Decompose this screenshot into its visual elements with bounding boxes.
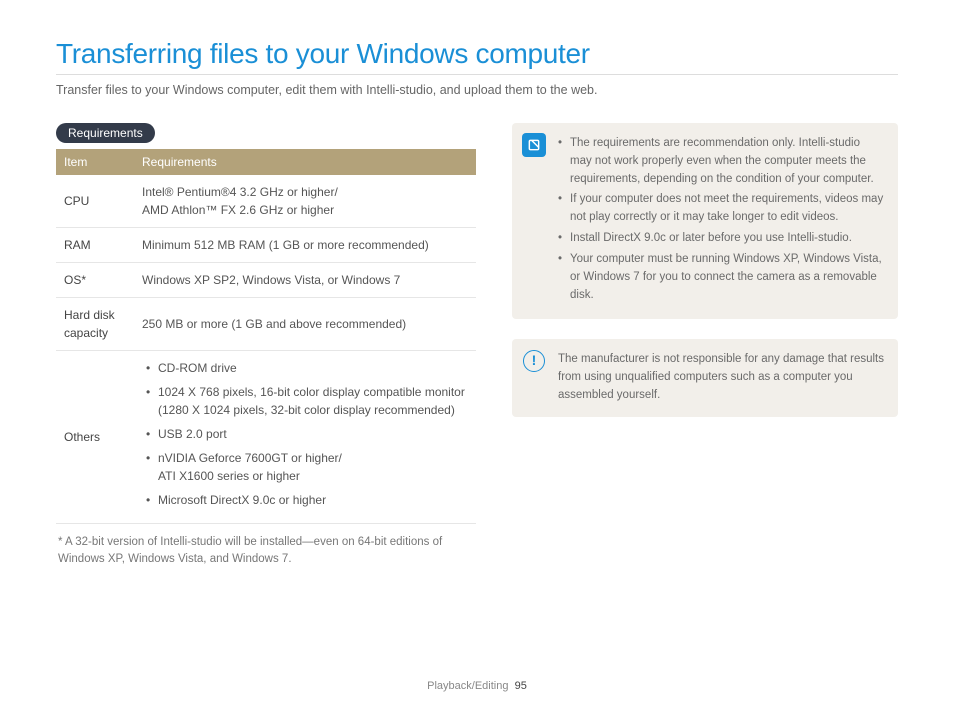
list-item: 1024 X 768 pixels, 16-bit color display …	[146, 383, 468, 419]
table-row: RAM Minimum 512 MB RAM (1 GB or more rec…	[56, 228, 476, 263]
table-head-item: Item	[56, 149, 134, 175]
note-item: The requirements are recommendation only…	[558, 135, 884, 188]
note-item: Install DirectX 9.0c or later before you…	[558, 230, 884, 248]
table-row: Hard disk capacity 250 MB or more (1 GB …	[56, 298, 476, 351]
warning-icon: !	[522, 349, 546, 373]
footer-section: Playback/Editing	[427, 680, 508, 692]
list-item: Microsoft DirectX 9.0c or higher	[146, 491, 468, 509]
cell-value: CD-ROM drive 1024 X 768 pixels, 16-bit c…	[134, 351, 476, 524]
page-title: Transferring files to your Windows compu…	[56, 38, 898, 70]
cell-label: OS*	[56, 263, 134, 298]
cell-value: 250 MB or more (1 GB and above recommend…	[134, 298, 476, 351]
intro-text: Transfer files to your Windows computer,…	[56, 83, 898, 97]
list-item: USB 2.0 port	[146, 425, 468, 443]
requirements-badge: Requirements	[56, 123, 155, 143]
warning-note: ! The manufacturer is not responsible fo…	[512, 339, 898, 416]
cell-label: RAM	[56, 228, 134, 263]
list-item: CD-ROM drive	[146, 359, 468, 377]
title-divider	[56, 74, 898, 75]
footnote: * A 32-bit version of Intelli-studio wil…	[56, 534, 476, 569]
list-item: nVIDIA Geforce 7600GT or higher/ ATI X16…	[146, 449, 468, 485]
cell-label: Others	[56, 351, 134, 524]
requirements-table: Item Requirements CPU Intel® Pentium®4 3…	[56, 149, 476, 524]
cell-value: Windows XP SP2, Windows Vista, or Window…	[134, 263, 476, 298]
cell-value: Intel® Pentium®4 3.2 GHz or higher/ AMD …	[134, 175, 476, 228]
cell-label: CPU	[56, 175, 134, 228]
footer-page: 95	[515, 680, 527, 692]
cell-value: Minimum 512 MB RAM (1 GB or more recomme…	[134, 228, 476, 263]
table-row: CPU Intel® Pentium®4 3.2 GHz or higher/ …	[56, 175, 476, 228]
table-row: OS* Windows XP SP2, Windows Vista, or Wi…	[56, 263, 476, 298]
note-icon	[522, 133, 546, 157]
cell-label: Hard disk capacity	[56, 298, 134, 351]
page-footer: Playback/Editing 95	[0, 680, 954, 692]
table-row: Others CD-ROM drive 1024 X 768 pixels, 1…	[56, 351, 476, 524]
warning-text: The manufacturer is not responsible for …	[558, 353, 884, 401]
info-note: The requirements are recommendation only…	[512, 123, 898, 319]
note-item: If your computer does not meet the requi…	[558, 191, 884, 227]
table-head-req: Requirements	[134, 149, 476, 175]
note-item: Your computer must be running Windows XP…	[558, 251, 884, 304]
